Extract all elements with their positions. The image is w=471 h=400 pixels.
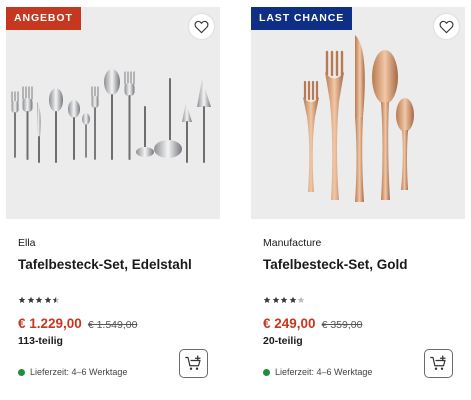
original-price: € 359,00 <box>321 319 363 331</box>
heart-icon <box>439 20 454 33</box>
cart-plus-icon <box>184 355 201 370</box>
star-full-icon <box>280 296 288 303</box>
heart-icon <box>194 20 209 33</box>
star-half-icon <box>52 296 60 303</box>
piece-count: 113-teilig <box>18 335 63 347</box>
star-full-icon <box>272 296 279 303</box>
star-full-icon <box>35 296 43 303</box>
product-brand: Manufacture <box>263 237 322 249</box>
star-rating <box>263 296 305 308</box>
delivery-info: Lieferzeit: 4–6 Werktage <box>18 367 127 377</box>
product-brand: Ella <box>18 237 36 249</box>
sale-price: € 1.229,00 <box>18 316 82 331</box>
availability-dot-icon <box>263 368 270 376</box>
sale-price: € 249,00 <box>263 316 316 331</box>
wishlist-button[interactable] <box>189 14 214 39</box>
product-image[interactable]: LAST CHANCE <box>251 7 465 219</box>
offer-badge: ANGEBOT <box>6 7 81 30</box>
gold-cutlery-set-image <box>303 35 414 202</box>
star-full-icon <box>27 296 34 303</box>
original-price: € 1.549,00 <box>87 319 138 331</box>
last-chance-badge: LAST CHANCE <box>251 7 353 30</box>
delivery-time: Lieferzeit: 4–6 Werktage <box>30 367 128 377</box>
add-to-cart-button[interactable] <box>424 349 453 378</box>
star-full-icon <box>18 296 26 303</box>
price-row: € 1.229,00 € 1.549,00 <box>18 316 137 331</box>
star-empty-icon <box>297 296 305 303</box>
price-row: € 249,00 € 359,00 <box>263 316 362 331</box>
cart-plus-icon <box>429 355 446 370</box>
product-card[interactable]: LAST CHANCE Manufacture Tafelbesteck-Set… <box>251 0 465 400</box>
delivery-time: Lieferzeit: 4–6 Werktage <box>275 367 373 377</box>
product-title[interactable]: Tafelbesteck-Set, Gold <box>263 257 408 272</box>
star-full-icon <box>289 296 296 303</box>
star-full-icon <box>44 296 51 303</box>
add-to-cart-button[interactable] <box>179 349 208 378</box>
star-rating <box>18 296 60 308</box>
stainless-cutlery-set-image <box>11 69 211 163</box>
piece-count: 20-teilig <box>263 335 303 347</box>
product-image[interactable]: ANGEBOT <box>6 7 220 219</box>
product-title[interactable]: Tafelbesteck-Set, Edelstahl <box>18 257 192 272</box>
product-card[interactable]: ANGEBOT Ella Tafelbesteck-Set, Edelstahl… <box>6 0 220 400</box>
availability-dot-icon <box>18 368 25 376</box>
star-full-icon <box>263 296 271 303</box>
delivery-info: Lieferzeit: 4–6 Werktage <box>263 367 372 377</box>
wishlist-button[interactable] <box>434 14 459 39</box>
